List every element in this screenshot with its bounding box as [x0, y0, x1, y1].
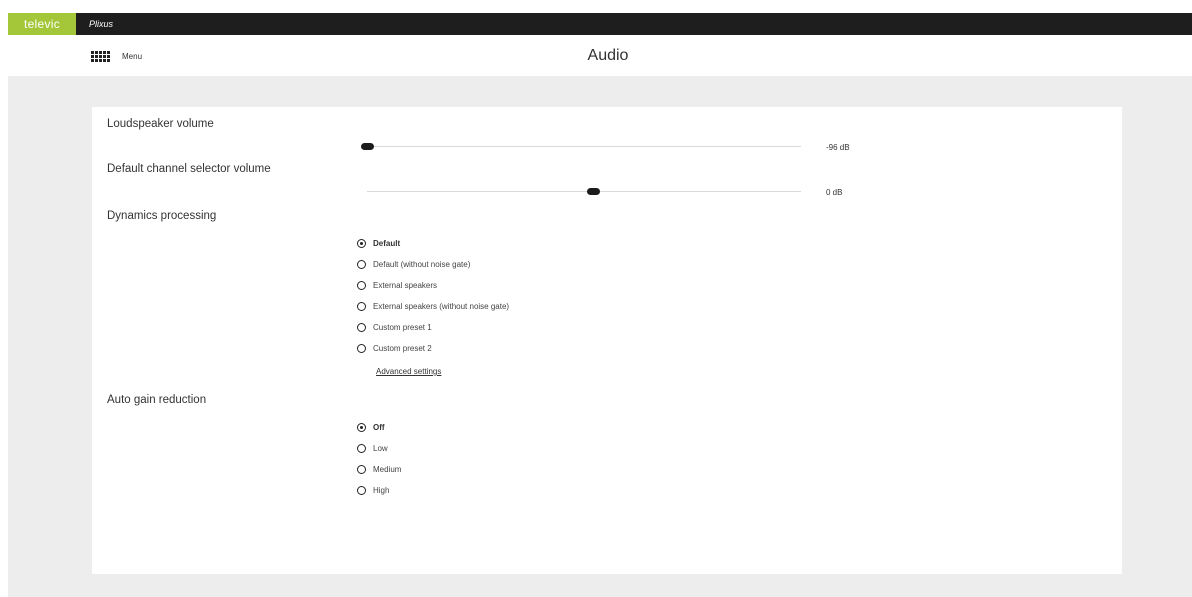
dynamics-processing-title: Dynamics processing — [107, 210, 217, 222]
channel-selector-volume-value: 0 dB — [826, 188, 843, 197]
radio-button[interactable] — [357, 281, 366, 290]
radio-button[interactable] — [357, 260, 366, 269]
radio-label: Medium — [373, 465, 402, 474]
radio-button[interactable] — [357, 302, 366, 311]
radio-option[interactable]: High — [357, 480, 401, 501]
radio-label: Off — [373, 423, 385, 432]
radio-option[interactable]: Default (without noise gate) — [357, 254, 509, 275]
slider-track — [367, 146, 801, 147]
radio-label: Custom preset 2 — [373, 344, 432, 353]
page-header: Menu Audio — [8, 35, 1192, 76]
radio-label: High — [373, 486, 390, 495]
radio-label: Low — [373, 444, 388, 453]
channel-selector-volume-slider[interactable] — [367, 185, 801, 199]
radio-button[interactable] — [357, 239, 366, 248]
content-area: Loudspeaker volume -96 dB Default channe… — [8, 76, 1192, 597]
audio-settings-panel: Loudspeaker volume -96 dB Default channe… — [92, 107, 1122, 574]
radio-option[interactable]: Low — [357, 438, 401, 459]
auto-gain-reduction-title: Auto gain reduction — [107, 394, 207, 406]
top-bar: televic Plixus — [8, 13, 1192, 35]
radio-label: Custom preset 1 — [373, 323, 432, 332]
radio-button[interactable] — [357, 444, 366, 453]
radio-button[interactable] — [357, 323, 366, 332]
radio-option[interactable]: Medium — [357, 459, 401, 480]
dynamics-processing-options: Default Default (without noise gate) Ext… — [357, 233, 509, 359]
loudspeaker-volume-value: -96 dB — [826, 143, 850, 152]
slider-track — [367, 191, 801, 192]
channel-selector-volume-title: Default channel selector volume — [107, 163, 271, 175]
radio-option[interactable]: External speakers — [357, 275, 509, 296]
brand-logo[interactable]: televic — [8, 13, 76, 35]
radio-option[interactable]: Off — [357, 417, 401, 438]
radio-option[interactable]: External speakers (without noise gate) — [357, 296, 509, 317]
loudspeaker-volume-slider[interactable] — [361, 140, 801, 154]
radio-button[interactable] — [357, 465, 366, 474]
radio-button[interactable] — [357, 423, 366, 432]
page-title: Audio — [587, 47, 629, 64]
radio-button[interactable] — [357, 344, 366, 353]
radio-label: External speakers (without noise gate) — [373, 302, 510, 311]
advanced-settings-link[interactable]: Advanced settings — [376, 367, 441, 376]
radio-button[interactable] — [357, 486, 366, 495]
radio-option[interactable]: Default — [357, 233, 509, 254]
radio-option[interactable]: Custom preset 1 — [357, 317, 509, 338]
radio-label: Default — [373, 239, 401, 248]
radio-label: Default (without noise gate) — [373, 260, 471, 269]
product-name: Plixus — [89, 19, 114, 29]
slider-thumb[interactable] — [586, 188, 600, 195]
slider-thumb[interactable] — [361, 143, 374, 150]
loudspeaker-volume-title: Loudspeaker volume — [107, 118, 214, 130]
radio-option[interactable]: Custom preset 2 — [357, 338, 509, 359]
auto-gain-reduction-options: Off Low Medium High — [357, 417, 401, 501]
radio-label: External speakers — [373, 281, 438, 290]
